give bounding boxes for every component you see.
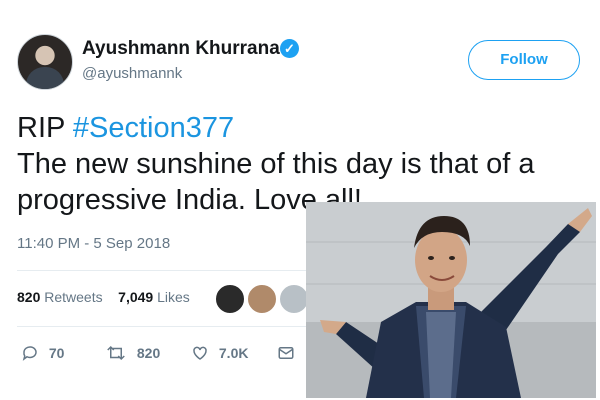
reply-count: 70 (48, 345, 65, 362)
like-button[interactable]: 7.0K (191, 344, 248, 362)
user-handle[interactable]: @ayushmannk (82, 65, 182, 82)
reply-icon (22, 346, 37, 362)
engagement-stats: 820 Retweets 7,049 Likes (17, 289, 190, 305)
avatar[interactable] (17, 34, 73, 90)
divider (17, 270, 317, 271)
retweet-count: 820 (136, 345, 161, 362)
mail-icon (278, 347, 294, 360)
direct-message-button[interactable] (277, 344, 295, 362)
verified-badge-icon: ✓ (280, 39, 299, 58)
retweets-count[interactable]: 820 (17, 289, 40, 305)
retweet-button[interactable]: 820 (105, 344, 160, 362)
person-photo (306, 202, 596, 398)
like-count: 7.0K (218, 345, 249, 362)
tweet-text-prefix: RIP (17, 112, 73, 144)
overlay-photo (306, 202, 596, 398)
hashtag-link[interactable]: #Section377 (73, 112, 234, 144)
liker-avatar[interactable] (246, 283, 278, 315)
reply-button[interactable]: 70 (21, 344, 64, 362)
tweet-timestamp[interactable]: 11:40 PM - 5 Sep 2018 (17, 235, 170, 252)
tweet-line-2: The new sunshine of this day is that of … (17, 148, 535, 180)
likes-count[interactable]: 7,049 (118, 289, 153, 305)
likes-label[interactable]: Likes (157, 289, 190, 305)
user-display-name[interactable]: Ayushmann Khurrana (82, 38, 280, 60)
follow-button[interactable]: Follow (468, 40, 580, 80)
heart-icon (193, 346, 207, 361)
avatar-body (26, 67, 64, 89)
retweet-icon (107, 346, 125, 361)
tweet-line-3-visible: progressive India. Lov (17, 184, 301, 216)
tweet-line-1: RIP #Section377 (17, 110, 597, 146)
retweets-label[interactable]: Retweets (44, 289, 102, 305)
divider (17, 326, 317, 327)
liker-avatar[interactable] (214, 283, 246, 315)
